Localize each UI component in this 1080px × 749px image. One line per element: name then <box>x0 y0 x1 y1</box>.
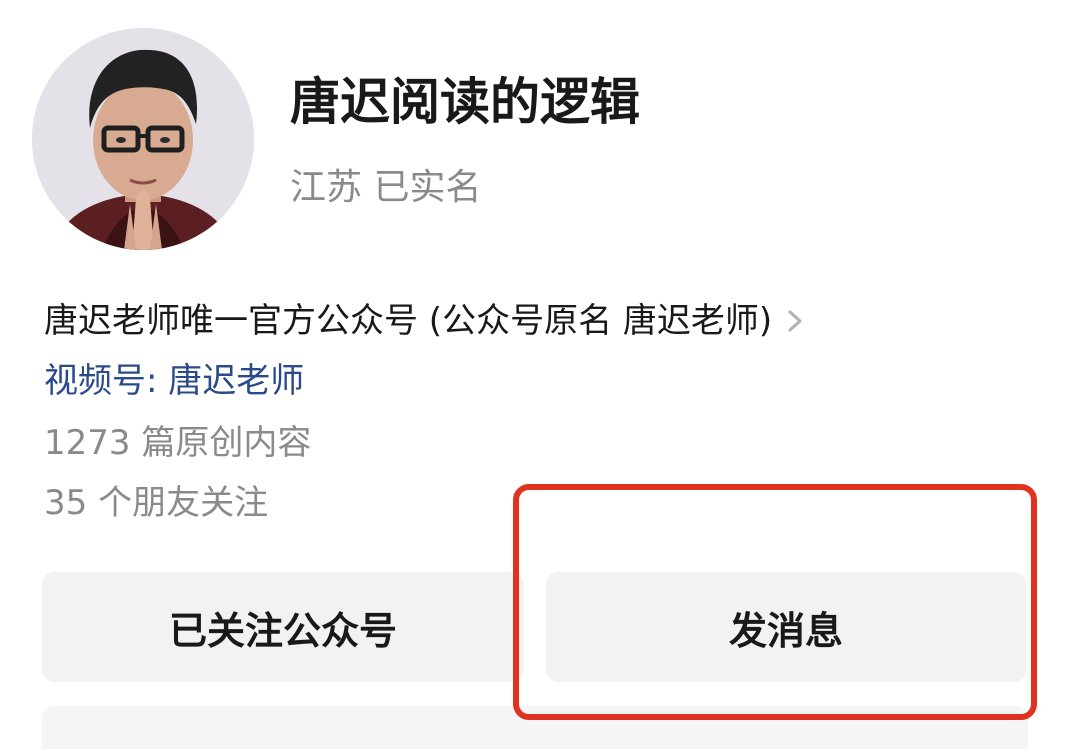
account-name: 唐迟阅读的逻辑 <box>290 73 640 131</box>
original-content-count: 1273 篇原创内容 <box>44 423 312 463</box>
chevron-right-icon <box>788 310 802 332</box>
avatar[interactable] <box>32 28 254 250</box>
official-account-profile: 唐迟阅读的逻辑 江苏 已实名 唐迟老师唯一官方公众号 (公众号原名 唐迟老师) … <box>0 0 1080 749</box>
friends-following-count: 35 个朋友关注 <box>44 483 269 523</box>
avatar-photo <box>32 28 254 250</box>
account-description-link[interactable]: 唐迟老师唯一官方公众号 (公众号原名 唐迟老师) <box>44 296 806 346</box>
account-location-verification: 江苏 已实名 <box>290 167 482 208</box>
account-description: 唐迟老师唯一官方公众号 (公众号原名 唐迟老师) <box>44 301 773 341</box>
send-message-button[interactable]: 发消息 <box>546 572 1026 682</box>
followed-account-button[interactable]: 已关注公众号 <box>42 572 524 682</box>
next-section-card <box>42 706 1028 749</box>
video-channel-link[interactable]: 视频号: 唐迟老师 <box>44 356 304 406</box>
